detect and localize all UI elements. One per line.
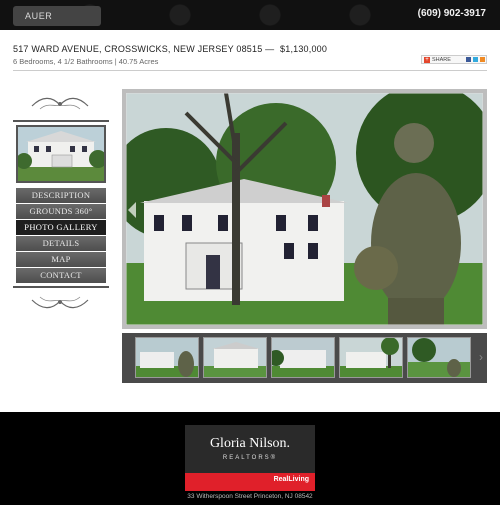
nav-details[interactable]: DETAILS [16, 236, 106, 251]
share-label: SHARE [432, 57, 451, 63]
thumbnail-2[interactable] [203, 337, 267, 378]
title-separator: — [265, 44, 275, 54]
nav-map[interactable]: MAP [16, 252, 106, 267]
thumbnail-strip: › [122, 333, 487, 383]
listing-price: $1,130,000 [280, 44, 328, 54]
logo-partner: RealLiving [273, 476, 309, 483]
share-plus-icon: + [424, 57, 430, 63]
nav-description[interactable]: DESCRIPTION [16, 188, 106, 203]
realtor-logo[interactable]: Gloria Nilson. REALTORS® RealLiving [185, 425, 315, 491]
nav-grounds-360[interactable]: GROUNDS 360° [16, 204, 106, 219]
main-gallery-photo[interactable] [122, 89, 487, 329]
brand-tab[interactable]: AUER LISTINGS [13, 6, 101, 26]
more-share-icon[interactable] [480, 57, 485, 62]
listing-details: 6 Bedrooms, 4 1/2 Bathrooms | 40.75 Acre… [13, 57, 159, 66]
title-divider [13, 70, 487, 71]
logo-subtitle: REALTORS® [222, 455, 278, 461]
thumbnail-1[interactable] [135, 337, 199, 378]
nav-photo-gallery[interactable]: PHOTO GALLERY [16, 220, 106, 235]
facebook-icon[interactable] [466, 57, 471, 62]
twitter-icon[interactable] [473, 57, 478, 62]
bottom-flourish-ornament [31, 296, 89, 309]
next-thumbnails-icon[interactable]: › [477, 350, 485, 364]
previous-photo-icon[interactable] [125, 200, 139, 220]
sidebar: DESCRIPTION GROUNDS 360° PHOTO GALLERY D… [13, 120, 109, 288]
sidebar-nav: DESCRIPTION GROUNDS 360° PHOTO GALLERY D… [16, 188, 106, 284]
logo-name: Gloria Nilson. [209, 436, 291, 451]
thumbnail-4[interactable] [339, 337, 403, 378]
share-button[interactable]: + SHARE [421, 55, 487, 64]
top-flourish-ornament [31, 97, 89, 110]
listing-address: 517 WARD AVENUE, CROSSWICKS, NEW JERSEY … [13, 44, 263, 54]
listing-title: 517 WARD AVENUE, CROSSWICKS, NEW JERSEY … [13, 44, 327, 54]
footer-address: 33 Witherspoon Street Princeton, NJ 0854… [187, 493, 313, 500]
thumbnail-5[interactable] [407, 337, 471, 378]
top-bar: AUER LISTINGS (609) 902-3917 [0, 0, 500, 30]
thumbnail-3[interactable] [271, 337, 335, 378]
sidebar-house-photo [16, 125, 106, 183]
phone-number: (609) 902-3917 [417, 8, 486, 19]
nav-contact[interactable]: CONTACT [16, 268, 106, 283]
